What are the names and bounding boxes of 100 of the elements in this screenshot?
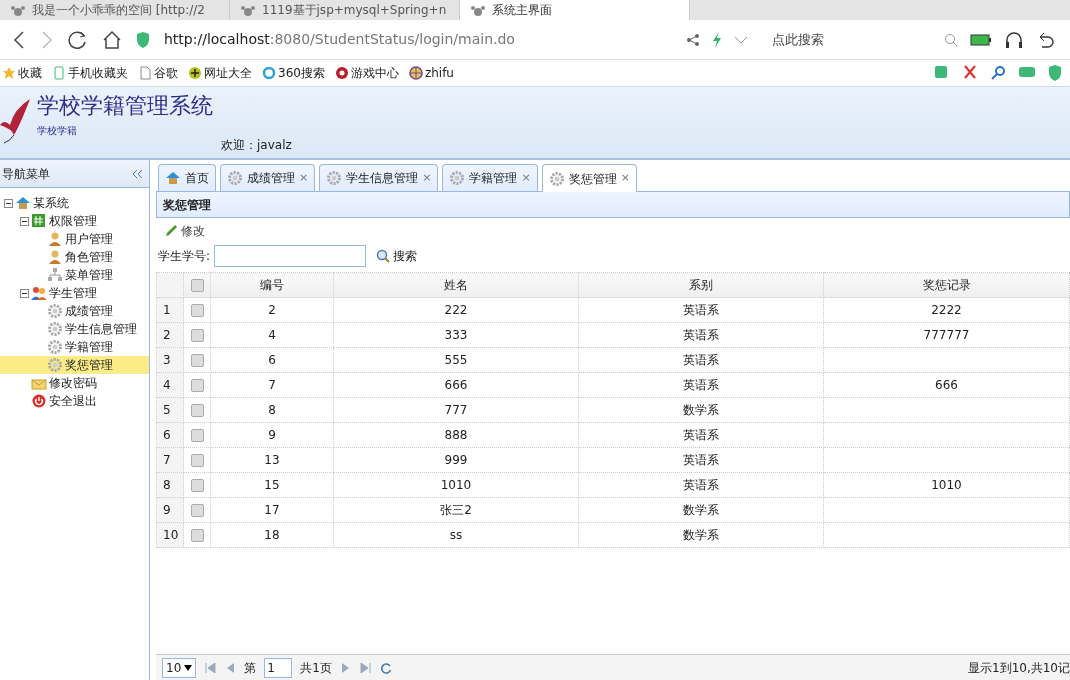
bookmark-link[interactable]: 收藏	[18, 64, 42, 82]
chevron-icon[interactable]	[734, 34, 748, 45]
forward-icon[interactable]	[40, 29, 54, 50]
user-icon	[47, 249, 63, 265]
table-cell: 英语系	[683, 453, 719, 467]
checkbox[interactable]	[190, 429, 204, 442]
sidebar-title: 导航菜单	[2, 165, 50, 183]
table-cell: 15	[264, 478, 280, 492]
tab[interactable]: 奖惩管理 ×	[541, 164, 637, 192]
search-icon[interactable]	[944, 32, 958, 47]
table-cell: 888	[444, 428, 468, 442]
gear-icon	[47, 303, 63, 319]
checkbox[interactable]	[190, 304, 204, 317]
collapse-toggle-icon[interactable]	[20, 288, 29, 298]
close-button[interactable]: ×	[422, 169, 432, 187]
tree-item[interactable]: 修改密码	[0, 374, 149, 392]
bookmark-link[interactable]: 网址大全	[204, 64, 252, 82]
pencil-icon	[164, 223, 178, 238]
page-total: 共1页	[300, 659, 332, 677]
last-page-icon[interactable]	[359, 661, 372, 674]
tree-item[interactable]: 安全退出	[0, 392, 149, 410]
tree-item[interactable]: 权限管理	[0, 212, 149, 230]
page-size-select[interactable]: 10	[162, 657, 197, 678]
table-cell: 2	[268, 303, 276, 317]
collapse-toggle-icon[interactable]	[4, 198, 13, 208]
gear-icon	[449, 170, 466, 186]
browser-tab[interactable]: 系统主界面	[460, 0, 690, 20]
field-label: 学生学号:	[158, 248, 211, 265]
tree-item[interactable]: 学生信息管理	[0, 320, 149, 338]
home-icon[interactable]	[102, 29, 122, 50]
gear-icon	[548, 170, 565, 187]
tree-item[interactable]: 学生管理	[0, 284, 149, 302]
student-id-field[interactable]	[214, 245, 367, 267]
checkbox[interactable]	[190, 529, 204, 542]
tab[interactable]: 学籍管理 ×	[442, 164, 538, 191]
close-button[interactable]: ×	[299, 169, 309, 187]
shield-icon[interactable]	[1048, 65, 1062, 81]
search-field[interactable]: 点此搜索	[772, 29, 932, 50]
url-field[interactable]: http://localhost:8080/StudentStatus/login/main.do	[164, 29, 515, 50]
collapse-toggle-icon[interactable]	[20, 216, 29, 226]
bookmark-link[interactable]: 谷歌	[154, 64, 178, 82]
checkbox[interactable]	[190, 504, 204, 517]
phone-icon	[52, 66, 66, 80]
welcome-text: 欢迎：javalz	[221, 137, 292, 154]
column-header: 系别	[578, 272, 824, 298]
row-number: 3	[156, 347, 184, 373]
first-page-icon[interactable]	[204, 661, 217, 674]
table-cell: ss	[449, 528, 463, 542]
page-field[interactable]: 1	[264, 657, 293, 678]
tree-item[interactable]: 菜单管理	[0, 266, 149, 284]
app-subtitle: 学校学籍	[37, 124, 78, 138]
gear-icon	[227, 170, 243, 186]
refresh-icon[interactable]	[68, 29, 88, 50]
gear-icon	[47, 339, 63, 355]
share-icon[interactable]	[686, 32, 700, 47]
checkbox[interactable]	[190, 329, 204, 342]
bookmark-link[interactable]: zhifu	[424, 64, 454, 82]
ring-icon	[262, 66, 276, 80]
bookmark-link[interactable]: 游戏中心	[350, 64, 399, 82]
headphones-icon[interactable]	[1004, 30, 1024, 49]
checkbox[interactable]	[190, 479, 204, 492]
refresh-icon[interactable]	[379, 661, 392, 674]
table-cell: 英语系	[683, 328, 719, 342]
checkbox[interactable]	[190, 279, 204, 292]
tree-item[interactable]: 奖惩管理	[0, 356, 149, 374]
checkbox[interactable]	[190, 354, 204, 367]
bookmark-link[interactable]: 手机收藏夹	[68, 64, 128, 82]
collapse-icon[interactable]	[131, 168, 143, 179]
tree-item[interactable]: 角色管理	[0, 248, 149, 266]
lightning-icon[interactable]	[712, 31, 722, 48]
tree-item[interactable]: 某系统	[0, 194, 149, 212]
tree-item[interactable]: 成绩管理	[0, 302, 149, 320]
column-header: 奖惩记录	[823, 272, 1070, 298]
close-button[interactable]: ×	[521, 169, 531, 187]
table-cell: 数学系	[683, 403, 719, 417]
battery-icon[interactable]	[970, 33, 992, 46]
close-button[interactable]: ×	[620, 170, 630, 187]
magnifier-icon[interactable]	[990, 65, 1006, 81]
browser-tab[interactable]: 我是一个小乖乖的空间 [http://2	[0, 0, 230, 20]
table-cell: 1010	[931, 478, 962, 492]
search-button[interactable]: 搜索	[376, 247, 418, 265]
edit-button[interactable]: 修改	[164, 221, 205, 240]
tab[interactable]: 成绩管理 ×	[220, 164, 316, 191]
checkbox[interactable]	[190, 404, 204, 417]
scissors-icon[interactable]	[962, 65, 978, 81]
paw-icon	[10, 4, 26, 16]
back-icon[interactable]	[12, 29, 26, 50]
checkbox[interactable]	[190, 379, 204, 392]
table-cell: 6	[268, 353, 276, 367]
tree-item[interactable]: 学籍管理	[0, 338, 149, 356]
table-cell: 9	[268, 428, 276, 442]
tab[interactable]: 首页	[158, 164, 216, 191]
bookmark-link[interactable]: 360搜索	[278, 64, 325, 82]
row-number: 8	[156, 472, 184, 498]
table-cell: 666	[444, 378, 468, 392]
table-cell: 数学系	[683, 503, 719, 517]
page-icon	[138, 66, 152, 80]
tab[interactable]: 学生信息管理 ×	[319, 164, 439, 191]
tree-item[interactable]: 用户管理	[0, 230, 149, 248]
checkbox[interactable]	[190, 454, 204, 467]
